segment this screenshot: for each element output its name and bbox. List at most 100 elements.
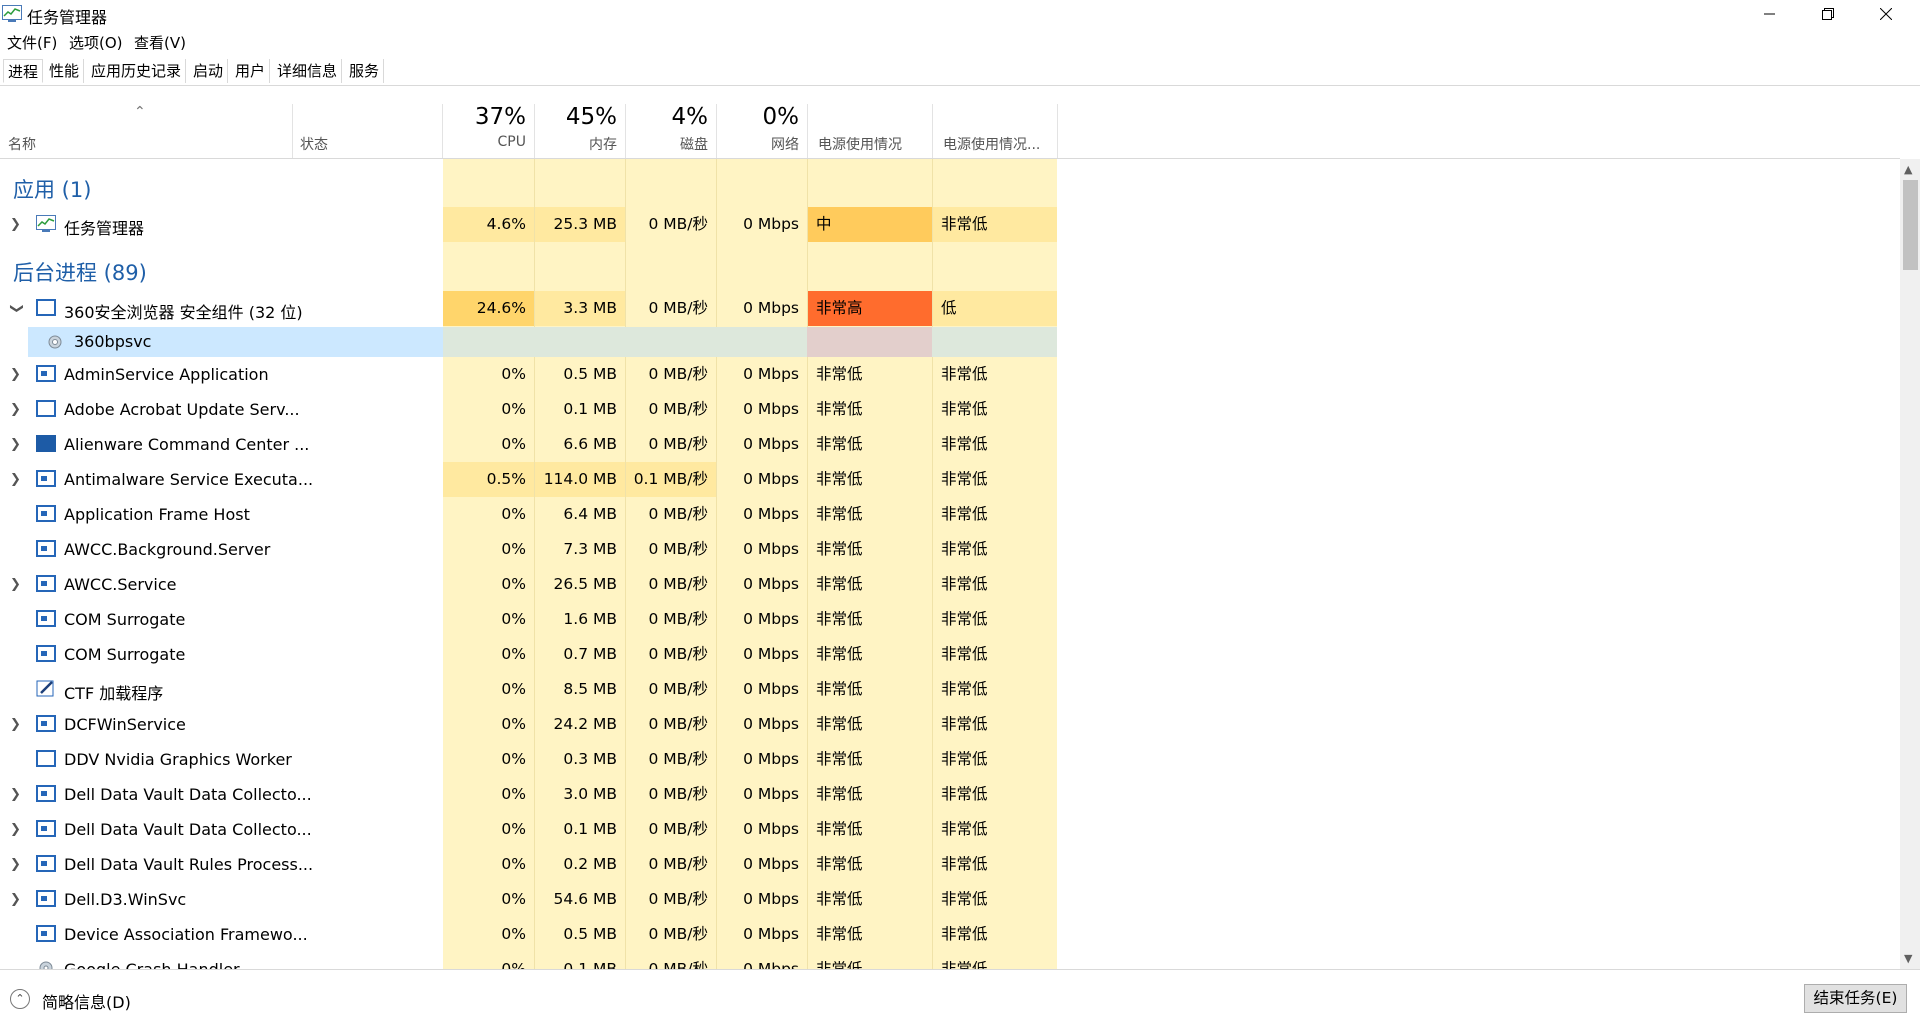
column-network[interactable]: 0% 网络: [717, 104, 807, 158]
process-row[interactable]: ❯ Alienware Command Center ... 0% 6.6 MB 0 M…: [0, 427, 1057, 462]
process-row[interactable]: Device Association Framewo... 0% 0.5 MB 0 M…: [0, 917, 1057, 952]
cell-power-trend: 非常低: [941, 890, 988, 908]
process-row[interactable]: Google Crash Handler 0%0.1 MB0 MB/秒 0 Mbps…: [0, 952, 1057, 969]
scrollbar-thumb[interactable]: [1903, 180, 1918, 270]
cell-memory: 8.5 MB: [535, 672, 625, 707]
expand-chevron-icon[interactable]: ❯: [10, 437, 21, 452]
cell-network: 0 Mbps: [743, 820, 799, 838]
process-row[interactable]: ❯ DCFWinService 0% 24.2 MB 0 MB/秒 0 Mbps 非常低 非常…: [0, 707, 1057, 742]
cell-disk: 0 MB/秒: [626, 812, 716, 847]
cell-memory: 3.0 MB: [535, 777, 625, 812]
process-row[interactable]: ❯ Antimalware Service Executa... 0.5% 114.0…: [0, 462, 1057, 497]
process-row[interactable]: ❯ Adobe Acrobat Update Serv... 0% 0.1 MB 0 M…: [0, 392, 1057, 427]
cell-cpu: 0%: [443, 952, 534, 969]
window-icon: [36, 299, 56, 316]
process-row-360bpsvc-selected[interactable]: 360bpsvc: [28, 327, 1057, 357]
process-row[interactable]: AWCC.Background.Server 0% 7.3 MB 0 MB/秒 0 Mb…: [0, 532, 1057, 567]
menu-view[interactable]: 查看(V): [134, 32, 186, 53]
cell-power: 非常低: [816, 785, 863, 803]
cell-disk: 0 MB/秒: [626, 567, 716, 602]
process-row[interactable]: DDV Nvidia Graphics Worker 0% 0.3 MB 0 MB/秒…: [0, 742, 1057, 777]
process-row[interactable]: Application Frame Host 0% 6.4 MB 0 MB/秒 0 Mb…: [0, 497, 1057, 532]
process-row[interactable]: ❯ Dell Data Vault Data Collecto... 0% 0.1 M…: [0, 812, 1057, 847]
column-status[interactable]: 状态: [293, 104, 442, 158]
window-title: 任务管理器: [27, 8, 108, 27]
service-window-icon: [36, 890, 56, 907]
tab-users[interactable]: 用户: [231, 59, 271, 83]
service-window-icon: [36, 470, 56, 487]
tab-performance[interactable]: 性能: [45, 59, 85, 83]
process-row[interactable]: ❯ AWCC.Service 0% 26.5 MB 0 MB/秒 0 Mbps 非常低 非常低: [0, 567, 1057, 602]
process-row-360-security[interactable]: ❯ 360安全浏览器 安全组件 (32 位) 24.6% 3.3 MB 0 MB…: [0, 291, 1057, 326]
process-row[interactable]: CTF 加载程序 0% 8.5 MB 0 MB/秒 0 Mbps 非常低 非常低: [0, 672, 1057, 707]
cell-disk: 0 MB/秒: [626, 952, 716, 969]
column-name[interactable]: 名称: [0, 104, 292, 158]
group-background-title[interactable]: 后台进程 (89): [13, 257, 147, 287]
process-name: AWCC.Service: [64, 575, 177, 594]
cell-network: 0 Mbps: [717, 207, 807, 242]
cell-network: 0 Mbps: [743, 470, 799, 488]
cell-power-trend: 非常低: [941, 680, 988, 698]
expand-chevron-icon[interactable]: ❯: [10, 367, 21, 382]
process-row[interactable]: ❯ AdminService Application 0% 0.5 MB 0 MB/秒 0…: [0, 357, 1057, 392]
expand-chevron-icon[interactable]: ❯: [10, 217, 21, 232]
process-row-task-manager[interactable]: ❯ 任务管理器 4.6% 25.3 MB 0 MB/秒 0 Mbps 中 非常低: [0, 207, 1057, 242]
tab-processes[interactable]: 进程: [3, 59, 44, 83]
cell-cpu: 0%: [443, 637, 534, 672]
expand-chevron-icon[interactable]: ❯: [10, 577, 21, 592]
cell-power: 非常低: [816, 750, 863, 768]
group-apps-title[interactable]: 应用 (1): [13, 174, 91, 204]
process-row[interactable]: ❯ Dell.D3.WinSvc 0% 54.6 MB 0 MB/秒 0 Mbps 非常低 非…: [0, 882, 1057, 917]
expand-chevron-icon[interactable]: ❯: [10, 787, 21, 802]
process-row[interactable]: ❯ Dell Data Vault Rules Process... 0% 0.2 M…: [0, 847, 1057, 882]
cell-power: 非常低: [816, 575, 863, 593]
column-network-label: 网络: [771, 137, 799, 153]
process-row[interactable]: ❯ Dell Data Vault Data Collecto... 0% 3.0 M…: [0, 777, 1057, 812]
menu-file[interactable]: 文件(F): [7, 32, 57, 53]
cell-network: 0 Mbps: [743, 540, 799, 558]
scroll-down-arrow-icon[interactable]: ▼: [1904, 952, 1912, 965]
process-row[interactable]: COM Surrogate 0% 0.7 MB 0 MB/秒 0 Mbps 非常低 非常低: [0, 637, 1057, 672]
cell-power: 非常低: [816, 855, 863, 873]
minimize-button[interactable]: [1742, 0, 1798, 28]
pen-edit-icon: [36, 680, 54, 697]
column-power-trend[interactable]: 电源使用情况...: [933, 104, 1057, 158]
vertical-scrollbar[interactable]: ▲ ▼: [1900, 159, 1920, 969]
expand-chevron-icon[interactable]: ❯: [10, 472, 21, 487]
column-disk[interactable]: 4% 磁盘: [626, 104, 716, 158]
menu-options[interactable]: 选项(O): [69, 32, 123, 53]
column-name-label: 名称: [8, 137, 36, 153]
process-name: DDV Nvidia Graphics Worker: [64, 750, 292, 769]
tab-app-history[interactable]: 应用历史记录: [87, 59, 187, 83]
cell-network: 0 Mbps: [743, 575, 799, 593]
cell-network: 0 Mbps: [743, 890, 799, 908]
tab-startup[interactable]: 启动: [189, 59, 229, 83]
cell-power: 非常高: [808, 291, 932, 326]
cell-disk: 0 MB/秒: [626, 427, 716, 462]
process-row[interactable]: COM Surrogate 0% 1.6 MB 0 MB/秒 0 Mbps 非常低 非常低: [0, 602, 1057, 637]
column-memory[interactable]: 45% 内存: [535, 104, 625, 158]
cell-cpu: 0%: [443, 602, 534, 637]
tab-services[interactable]: 服务: [345, 59, 385, 83]
expand-chevron-icon[interactable]: ❯: [10, 857, 21, 872]
collapse-chevron-icon[interactable]: ❯: [9, 303, 24, 314]
end-task-button[interactable]: 结束任务(E): [1804, 984, 1907, 1013]
expand-chevron-icon[interactable]: ❯: [10, 402, 21, 417]
cell-cpu: 0%: [443, 917, 534, 952]
expand-chevron-icon[interactable]: ❯: [10, 892, 21, 907]
restore-button[interactable]: [1800, 0, 1856, 28]
column-separator[interactable]: [1057, 104, 1058, 158]
process-name: Dell Data Vault Data Collecto...: [64, 820, 312, 839]
column-cpu[interactable]: 37% CPU: [443, 104, 534, 158]
cell-cpu: 0%: [443, 392, 534, 427]
expand-chevron-icon[interactable]: ❯: [10, 717, 21, 732]
close-button[interactable]: [1858, 0, 1914, 28]
cell-cpu: 0%: [443, 567, 534, 602]
column-power[interactable]: 电源使用情况: [808, 104, 932, 158]
cell-power: 非常低: [816, 400, 863, 418]
process-name: Application Frame Host: [64, 505, 250, 524]
tab-details[interactable]: 详细信息: [273, 59, 343, 83]
expand-chevron-icon[interactable]: ❯: [10, 822, 21, 837]
service-window-icon: [36, 505, 56, 522]
scroll-up-arrow-icon[interactable]: ▲: [1904, 163, 1912, 176]
